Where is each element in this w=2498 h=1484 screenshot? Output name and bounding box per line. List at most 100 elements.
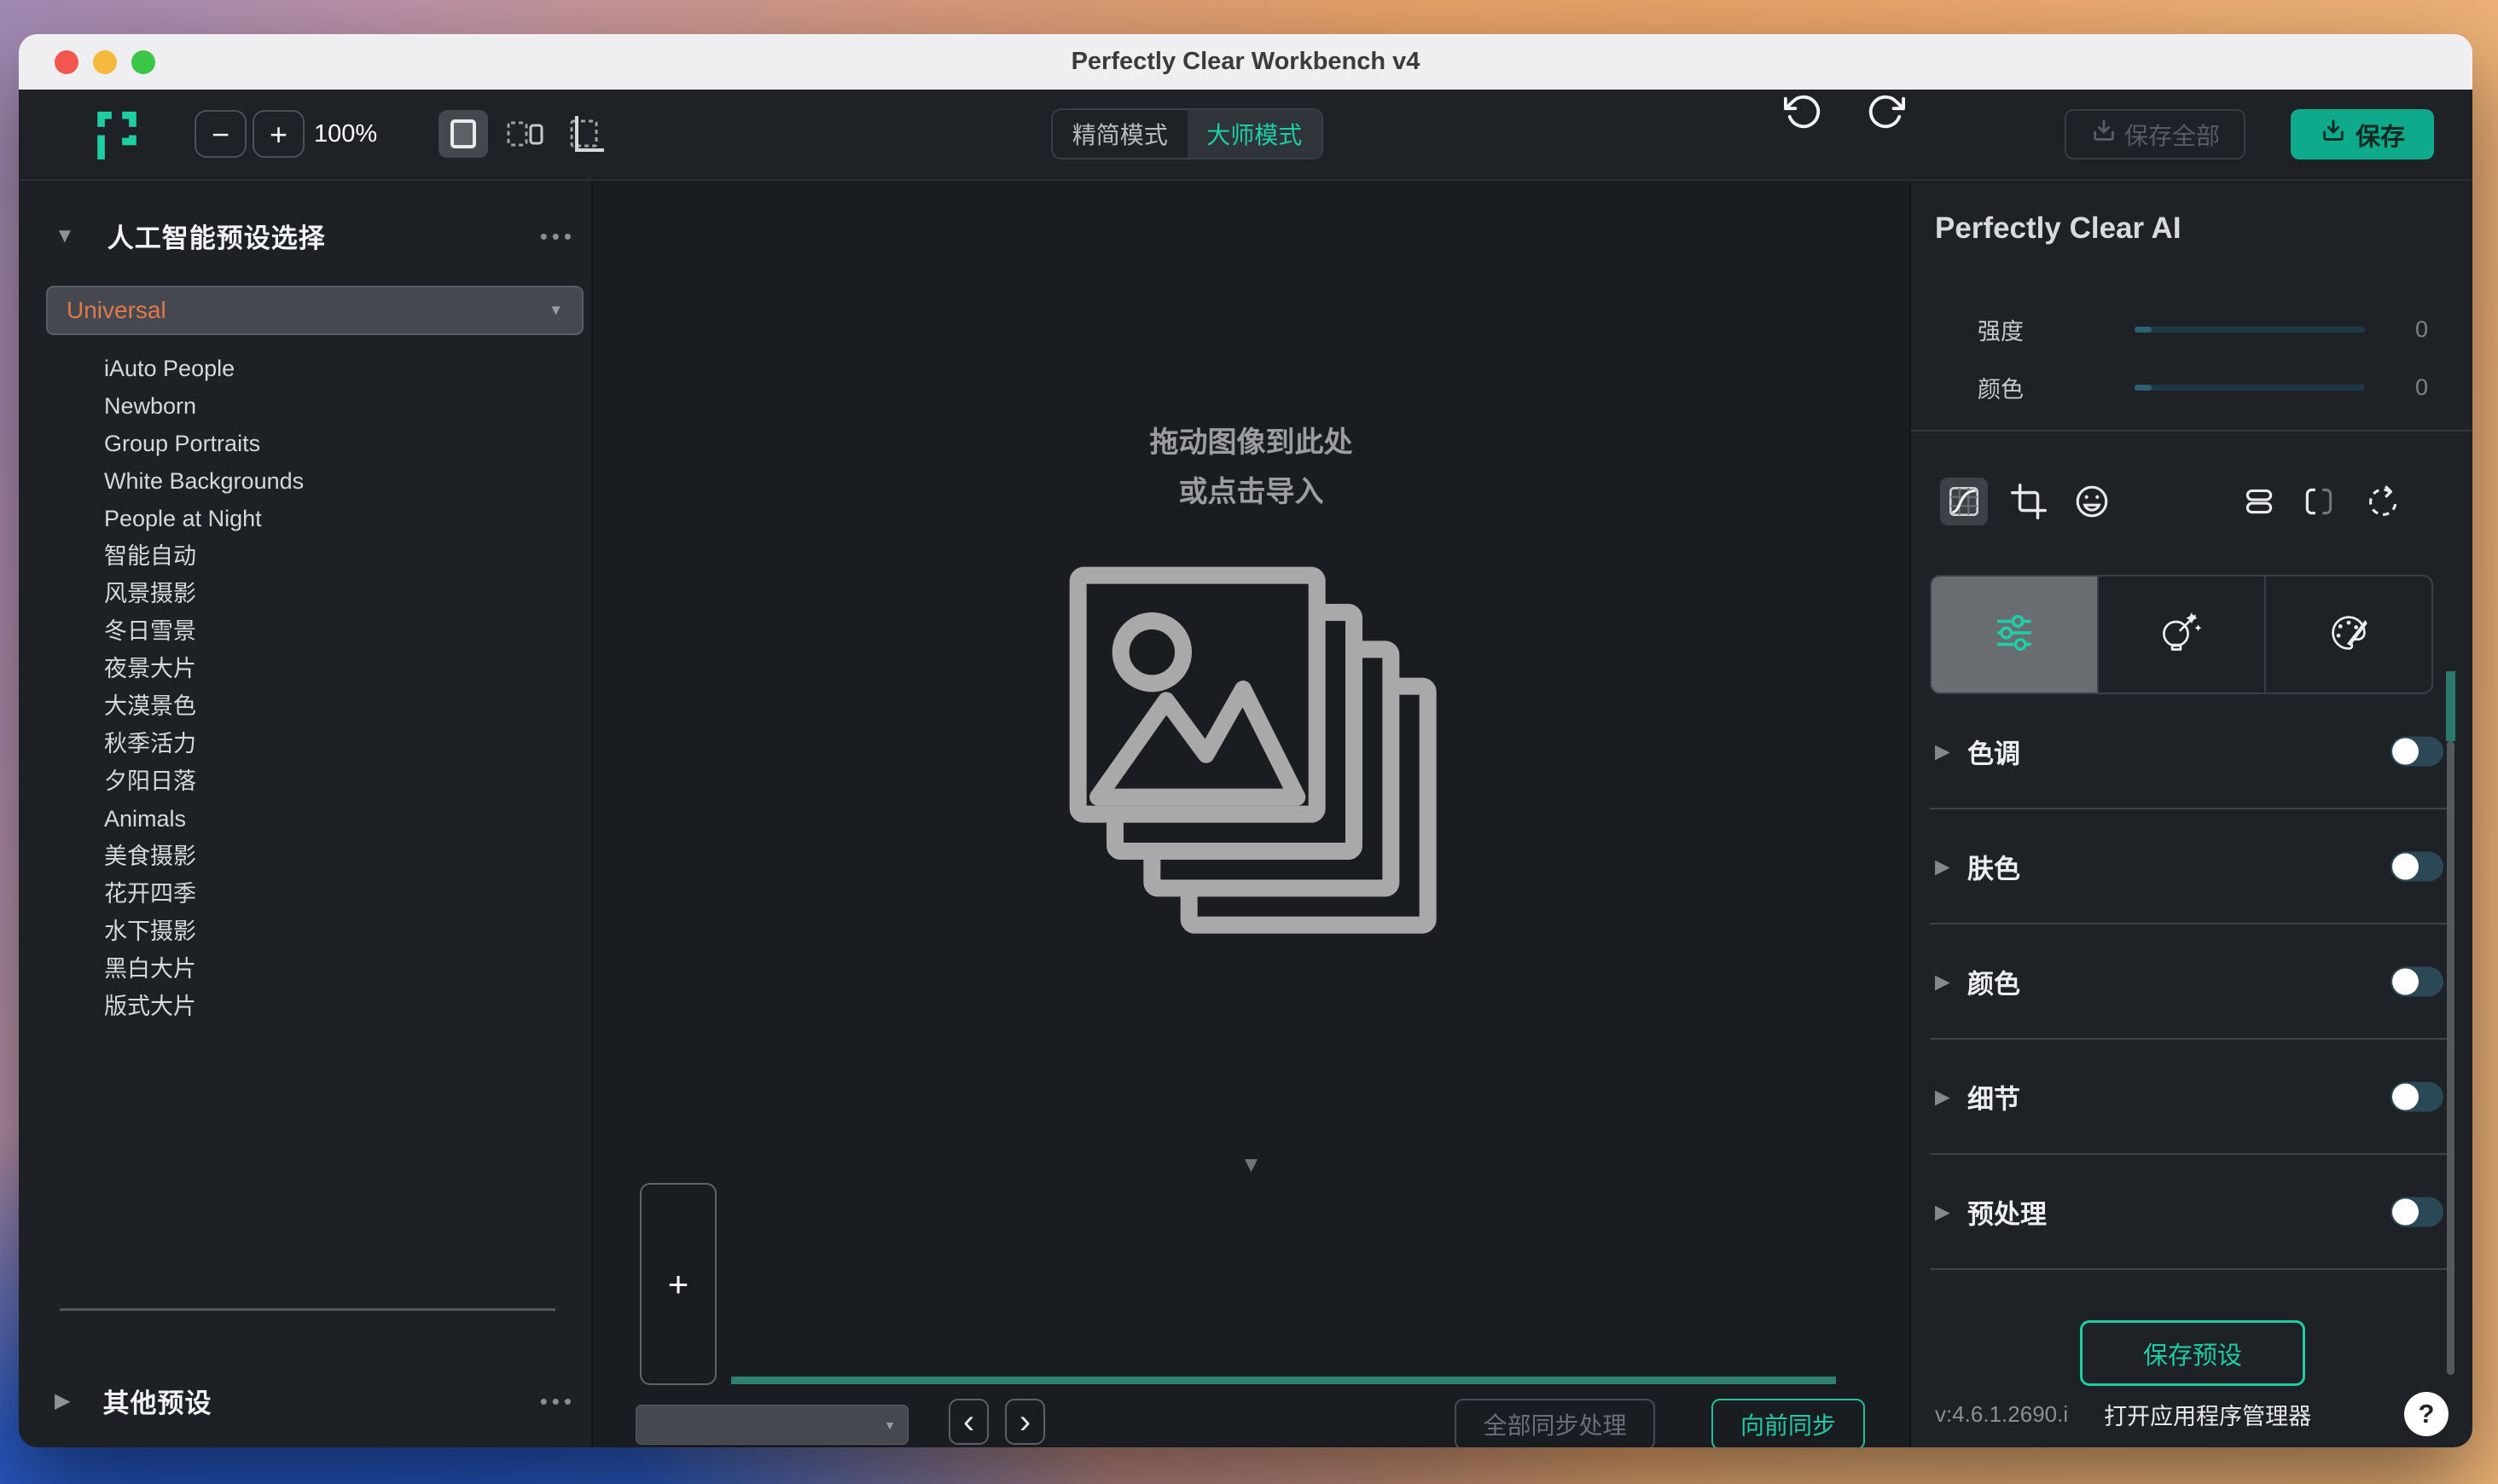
preset-list-item[interactable]: 版式大片 [19, 988, 591, 1025]
save-preset-button[interactable]: 保存预设 [2080, 1320, 2305, 1386]
next-image-button[interactable]: › [1005, 1399, 1045, 1445]
crop-view-icon[interactable] [561, 110, 611, 158]
section-label: 色调 [1967, 739, 2020, 768]
preset-list-item[interactable]: iAuto People [19, 350, 591, 387]
flip-vertical-icon[interactable] [2235, 478, 2283, 525]
slider-row: 强度 0 [1911, 300, 2472, 358]
presets-sidebar: ▼ 人工智能预设选择 ••• Universal ▼ iAuto People N… [19, 181, 593, 1447]
window-title: Perfectly Clear Workbench v4 [1071, 48, 1420, 75]
expand-triangle-icon[interactable]: ▶ [1935, 1200, 1950, 1223]
mode-toggle: 精简模式 大师模式 [1051, 108, 1323, 159]
image-canvas: 拖动图像到此处 或点击导入 ▼ + ▼ ‹ › 全部同步处理 向前同步 [593, 181, 1909, 1447]
redo-button[interactable] [1860, 90, 1911, 134]
section-toggle[interactable] [2391, 1197, 2443, 1226]
expand-triangle-icon[interactable]: ▶ [1935, 970, 1950, 993]
slider-label: 强度 [1978, 318, 2024, 345]
preset-list-item[interactable]: Group Portraits [19, 425, 591, 462]
panel-scrollbar[interactable] [2446, 671, 2455, 1375]
app-window: Perfectly Clear Workbench v4 − + 100% 精简… [19, 34, 2472, 1447]
expand-triangle-icon[interactable]: ▶ [1935, 739, 1950, 762]
scrollbar-track[interactable] [2447, 741, 2454, 1375]
add-image-button[interactable]: + [640, 1183, 717, 1385]
preset-list-item[interactable]: 美食摄影 [19, 838, 591, 875]
collapse-triangle-icon[interactable]: ▼ [55, 224, 75, 248]
adjustment-section-row: ▶ 肤色 [1930, 809, 2454, 925]
help-button[interactable]: ? [2404, 1392, 2449, 1436]
undo-button[interactable] [1778, 90, 1829, 134]
master-mode-tab[interactable]: 大师模式 [1187, 110, 1322, 158]
sync-forward-button[interactable]: 向前同步 [1711, 1399, 1865, 1447]
tab-retouch[interactable] [2099, 577, 2266, 693]
filmstrip-handle-icon[interactable]: ▼ [1240, 1151, 1263, 1178]
version-label: v:4.6.1.2690.i [1935, 1400, 2069, 1427]
main-area: ▼ 人工智能预设选择 ••• Universal ▼ iAuto People N… [19, 181, 2472, 1447]
filmstrip-sort-dropdown[interactable]: ▼ [636, 1405, 909, 1445]
section-label: 颜色 [1967, 969, 2020, 999]
download-icon [2090, 118, 2117, 151]
split-view-icon[interactable] [500, 110, 549, 158]
preset-list-item[interactable]: 冬日雪景 [19, 612, 591, 650]
save-label: 保存 [2355, 123, 2405, 151]
preset-list-item[interactable]: Animals [19, 800, 591, 838]
slider-value: 0 [2414, 316, 2428, 342]
preset-list-item[interactable]: White Backgrounds [19, 462, 591, 500]
preset-group-value: Universal [67, 297, 166, 323]
preset-list-item[interactable]: 黑白大片 [19, 950, 591, 988]
preset-list-item[interactable]: 夕阳日落 [19, 762, 591, 800]
previous-image-button[interactable]: ‹ [949, 1399, 989, 1445]
rotate-icon[interactable] [2358, 478, 2406, 525]
adjustment-section-row: ▶ 颜色 [1930, 925, 2454, 1040]
section-toggle[interactable] [2391, 736, 2443, 766]
more-options-icon[interactable]: ••• [540, 1390, 576, 1412]
panel-footer: v:4.6.1.2690.i 打开应用程序管理器 ? [1935, 1390, 2449, 1438]
dropdown-arrow-icon: ▼ [884, 1417, 896, 1432]
app-logo-icon [92, 110, 142, 169]
section-toggle[interactable] [2391, 1081, 2443, 1111]
tab-looks[interactable] [2266, 577, 2431, 693]
image-drop-zone[interactable]: 拖动图像到此处 或点击导入 [1064, 418, 1439, 941]
crop-icon[interactable] [2005, 478, 2053, 525]
adjustments-panel: Perfectly Clear AI 强度 0 颜色 0 ▶ 色调 ▶ 肤色 ▶… [1909, 181, 2472, 1447]
preset-list-item[interactable]: 水下摄影 [19, 913, 591, 950]
sidebar-divider [60, 1308, 555, 1311]
slider-track[interactable] [2135, 326, 2365, 333]
flip-horizontal-icon[interactable] [2295, 478, 2343, 525]
photo-stack-icon [1064, 561, 1439, 941]
panel-divider [1911, 430, 2472, 432]
save-button[interactable]: 保存 [2291, 109, 2434, 159]
desktop: Perfectly Clear Workbench v4 − + 100% 精简… [0, 0, 2498, 1484]
filmstrip-scrollbar[interactable] [731, 1377, 1836, 1384]
sync-all-button[interactable]: 全部同步处理 [1455, 1399, 1655, 1447]
ai-presets-header[interactable]: ▼ 人工智能预设选择 ••• [55, 217, 576, 255]
preset-group-dropdown[interactable]: Universal ▼ [46, 286, 584, 335]
slider-track[interactable] [2135, 384, 2365, 391]
zoom-in-button[interactable]: + [253, 110, 305, 158]
zoom-level: 100% [314, 120, 378, 148]
preset-list-item[interactable]: People at Night [19, 500, 591, 537]
expand-triangle-icon[interactable]: ▶ [1935, 1085, 1950, 1108]
preset-list-item[interactable]: 风景摄影 [19, 575, 591, 612]
zoom-out-button[interactable]: − [195, 110, 247, 158]
single-view-icon[interactable] [439, 110, 488, 158]
preset-list-item[interactable]: 智能自动 [19, 537, 591, 575]
expand-triangle-icon[interactable]: ▶ [1935, 855, 1950, 878]
face-retouch-icon[interactable] [2068, 478, 2116, 525]
curves-icon[interactable] [1940, 478, 1988, 525]
scrollbar-thumb[interactable] [2446, 671, 2455, 741]
preset-list-item[interactable]: 夜景大片 [19, 650, 591, 687]
preset-list-item[interactable]: 秋季活力 [19, 725, 591, 762]
preset-list-item[interactable]: 花开四季 [19, 875, 591, 913]
section-toggle[interactable] [2391, 851, 2443, 881]
save-all-button[interactable]: 保存全部 [2065, 109, 2245, 159]
tool-icon-row [1911, 478, 2472, 530]
simple-mode-tab[interactable]: 精简模式 [1053, 110, 1188, 158]
more-options-icon[interactable]: ••• [540, 225, 576, 247]
other-presets-header[interactable]: ▶ 其他预设 ••• [55, 1382, 576, 1420]
palette-icon [2327, 611, 2371, 659]
section-toggle[interactable] [2391, 966, 2443, 996]
preset-list-item[interactable]: 大漠景色 [19, 687, 591, 725]
expand-triangle-icon[interactable]: ▶ [55, 1388, 70, 1413]
open-app-manager-link[interactable]: 打开应用程序管理器 [2104, 1398, 2311, 1431]
preset-list-item[interactable]: Newborn [19, 387, 591, 425]
tab-adjustments[interactable] [1932, 577, 2099, 693]
